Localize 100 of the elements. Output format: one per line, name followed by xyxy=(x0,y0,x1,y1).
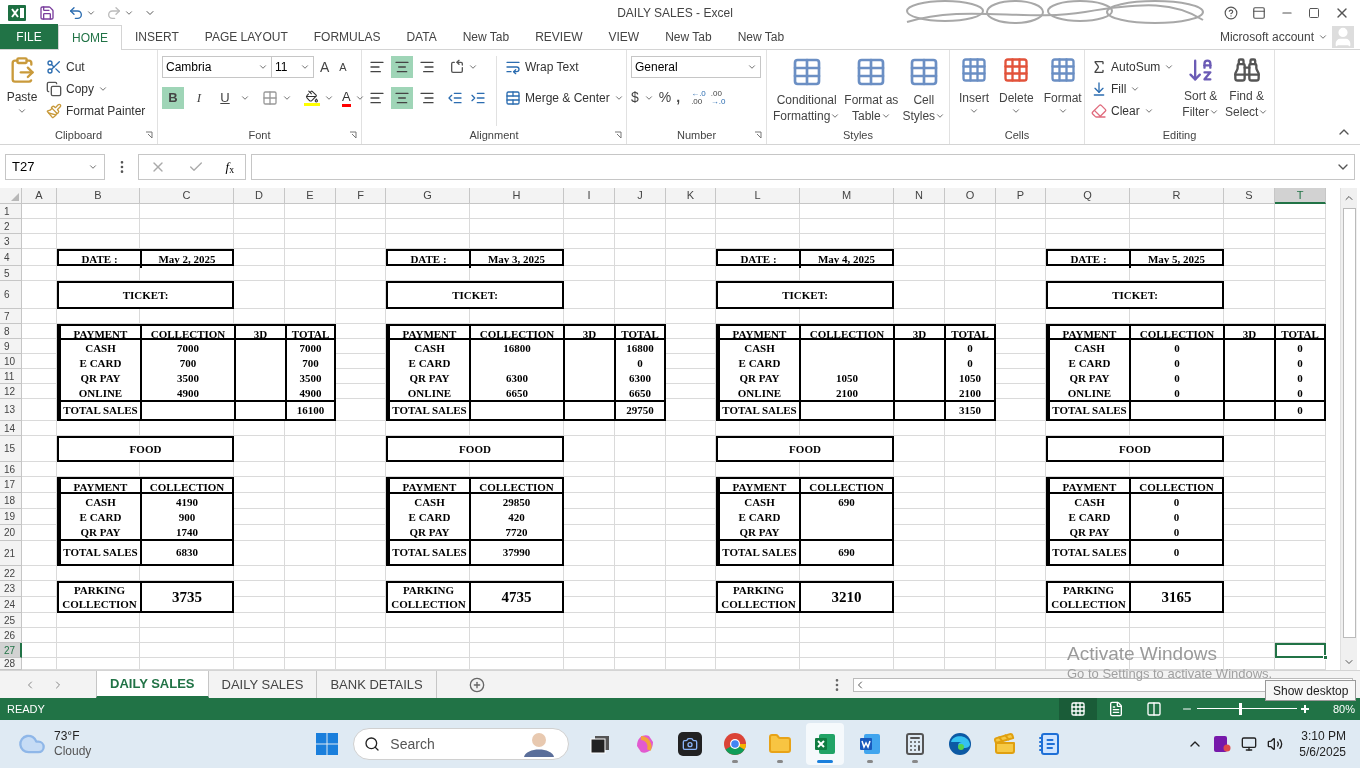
column-header[interactable]: P xyxy=(996,188,1046,204)
comma-style-button[interactable]: , xyxy=(676,87,681,108)
row-header[interactable]: 19 xyxy=(0,509,22,525)
ribbon-tab[interactable]: FORMULAS xyxy=(300,25,394,49)
column-header[interactable]: M xyxy=(800,188,894,204)
style-gallery-button[interactable]: Format as Table xyxy=(842,56,901,126)
row-header[interactable]: 18 xyxy=(0,493,22,509)
column-header[interactable]: A xyxy=(22,188,57,204)
notebook-icon[interactable] xyxy=(1213,735,1232,753)
row-header[interactable]: 15 xyxy=(0,436,22,462)
column-header[interactable]: I xyxy=(564,188,615,204)
format-painter-button[interactable]: Format Painter xyxy=(44,100,148,122)
ribbon-tab[interactable]: New Tab xyxy=(724,25,798,49)
font-name-field[interactable]: Cambria xyxy=(162,56,272,78)
volume-icon[interactable] xyxy=(1267,736,1284,752)
row-header[interactable]: 11 xyxy=(0,369,22,384)
selected-cell[interactable] xyxy=(1275,643,1326,658)
font-style-button[interactable]: U xyxy=(214,87,236,109)
wrap-text-button[interactable]: Wrap Text xyxy=(503,56,626,78)
column-header[interactable]: R xyxy=(1130,188,1224,204)
row-header[interactable]: 4 xyxy=(0,249,22,266)
sheet-tab[interactable]: DAILY SALES xyxy=(96,671,209,698)
grow-font-button[interactable]: A xyxy=(320,56,330,78)
decrease-indent-icon[interactable] xyxy=(447,90,463,106)
merge-center-button[interactable]: Merge & Center xyxy=(503,87,626,109)
insert-function-button[interactable]: f$_{x}$ xyxy=(225,156,235,177)
row-header[interactable]: 5 xyxy=(0,266,22,281)
column-header[interactable]: S xyxy=(1224,188,1275,204)
column-header[interactable]: C xyxy=(140,188,234,204)
row-header[interactable]: 17 xyxy=(0,477,22,493)
cells-button[interactable]: Format xyxy=(1038,56,1087,126)
row-header[interactable]: 10 xyxy=(0,354,22,369)
ribbon-tab[interactable]: HOME xyxy=(58,25,122,50)
horizontal-align-button[interactable] xyxy=(391,87,413,109)
undo-icon[interactable] xyxy=(68,4,84,21)
help-icon[interactable] xyxy=(1224,5,1238,20)
row-header[interactable]: 12 xyxy=(0,384,22,399)
column-header[interactable]: O xyxy=(945,188,996,204)
decrease-decimal-button[interactable]: .00 →.0 xyxy=(710,89,726,106)
view-button[interactable] xyxy=(1058,698,1097,720)
column-header[interactable]: E xyxy=(285,188,336,204)
font-color-button[interactable]: A xyxy=(342,89,351,107)
clock-time[interactable]: 3:10 PM xyxy=(1301,728,1346,744)
save-icon[interactable] xyxy=(39,4,55,21)
copy-button[interactable]: Copy xyxy=(44,78,148,100)
cells-button[interactable]: Insert xyxy=(954,56,994,126)
column-header[interactable]: G xyxy=(386,188,470,204)
row-header[interactable]: 13 xyxy=(0,399,22,421)
column-header[interactable]: J xyxy=(615,188,666,204)
row-header[interactable]: 16 xyxy=(0,462,22,477)
row-header[interactable]: 9 xyxy=(0,339,22,354)
cut-button[interactable]: Cut xyxy=(44,56,148,78)
row-header[interactable]: 21 xyxy=(0,541,22,566)
style-gallery-button[interactable]: Conditional Formatting xyxy=(771,56,843,126)
ribbon-tab[interactable]: PAGE LAYOUT xyxy=(191,25,301,49)
ribbon-tab[interactable]: INSERT xyxy=(122,25,192,49)
font-size-field[interactable]: 11 xyxy=(272,56,314,78)
ribbon-tab[interactable]: New Tab xyxy=(449,25,523,49)
start-icon[interactable] xyxy=(315,732,340,756)
row-header[interactable]: 2 xyxy=(0,219,22,234)
dialog-launcher-icon[interactable] xyxy=(754,131,762,139)
file-tab[interactable]: FILE xyxy=(0,24,58,49)
row-header[interactable]: 25 xyxy=(0,613,22,628)
row-header[interactable]: 27 xyxy=(0,643,22,658)
row-header[interactable]: 23 xyxy=(0,581,22,597)
row-header[interactable]: 20 xyxy=(0,525,22,541)
style-gallery-button[interactable]: Cell Styles xyxy=(900,56,948,126)
ribbon-tab[interactable]: VIEW xyxy=(595,25,653,49)
fill-button[interactable]: Fill xyxy=(1089,78,1177,100)
ribbon-tab[interactable]: REVIEW xyxy=(522,25,596,49)
number-format-field[interactable]: General xyxy=(631,56,761,78)
column-header[interactable]: K xyxy=(666,188,716,204)
find-select-button[interactable]: Find & Select xyxy=(1225,56,1269,126)
dialog-launcher-icon[interactable] xyxy=(349,131,357,139)
dialog-launcher-icon[interactable] xyxy=(614,131,622,139)
column-header[interactable]: N xyxy=(894,188,945,204)
font-style-button[interactable]: I xyxy=(188,87,210,109)
shrink-font-button[interactable]: A xyxy=(339,58,347,76)
row-header[interactable]: 7 xyxy=(0,309,22,324)
font-style-button[interactable]: B xyxy=(162,87,184,109)
ribbon-tab[interactable]: New Tab xyxy=(652,25,725,49)
row-header[interactable]: 6 xyxy=(0,281,22,309)
ribbon-tab[interactable]: DATA xyxy=(393,25,450,49)
column-header[interactable]: L xyxy=(716,188,800,204)
zoom-in-icon[interactable] xyxy=(1300,705,1309,713)
vertical-align-button[interactable] xyxy=(391,56,413,78)
borders-icon[interactable] xyxy=(262,90,278,106)
row-header[interactable]: 1 xyxy=(0,204,22,219)
zoom-slider[interactable] xyxy=(1196,703,1297,715)
sort-filter-button[interactable]: Sort & Filter xyxy=(1182,56,1220,126)
column-header[interactable]: Q xyxy=(1046,188,1130,204)
column-header[interactable]: D xyxy=(234,188,285,204)
new-sheet-icon[interactable] xyxy=(468,676,485,693)
column-header[interactable]: H xyxy=(470,188,564,204)
autosum-button[interactable]: AutoSum xyxy=(1089,56,1177,78)
fill-color-icon[interactable] xyxy=(304,90,320,106)
column-header[interactable]: B xyxy=(57,188,140,204)
paste-button[interactable]: Paste xyxy=(4,56,40,126)
row-header[interactable]: 8 xyxy=(0,324,22,339)
formula-input[interactable] xyxy=(251,153,1355,180)
